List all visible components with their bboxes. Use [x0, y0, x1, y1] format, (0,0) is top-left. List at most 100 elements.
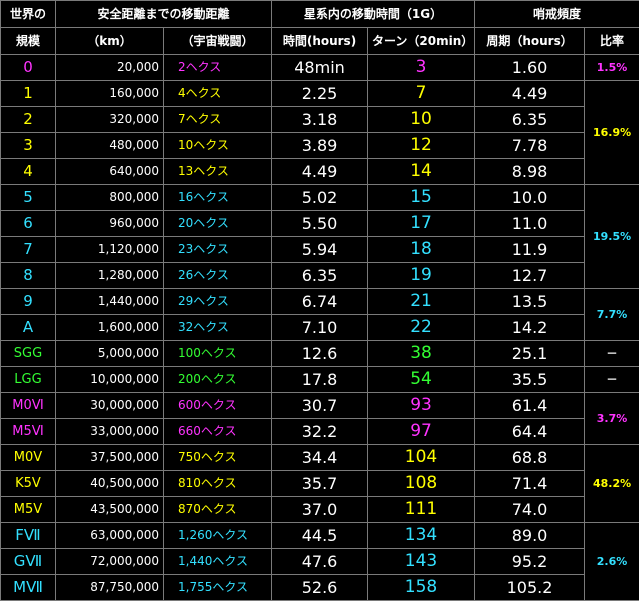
hex-distance-cell: 660ヘクス: [162, 418, 273, 445]
table-row: 4 640,000 13ヘクス 4.49 14 8.98: [0, 158, 639, 185]
header-world: 世界の: [0, 0, 56, 28]
distance-km-cell: 160,000: [55, 80, 164, 107]
hex-distance-cell: 7ヘクス: [162, 106, 273, 133]
size-cell: M5Ⅴ: [0, 496, 56, 523]
size-cell: 6: [0, 210, 56, 237]
turns-cell: 143: [367, 548, 476, 575]
turns-cell: 15: [367, 184, 476, 211]
hex-distance-cell: 1,440ヘクス: [162, 548, 273, 575]
table-row: M5Ⅵ 33,000,000 660ヘクス 32.2 97 64.4: [0, 418, 639, 445]
turns-cell: 10: [367, 106, 476, 133]
turns-cell: 7: [367, 80, 476, 107]
turns-cell: 21: [367, 288, 476, 315]
size-cell: SGG: [0, 340, 56, 367]
travel-time-cell: 5.94: [271, 236, 369, 263]
travel-time-cell: 3.18: [271, 106, 369, 133]
distance-km-cell: 1,440,000: [55, 288, 164, 315]
distance-km-cell: 960,000: [55, 210, 164, 237]
patrol-period-cell: 105.2: [474, 574, 586, 601]
distance-km-cell: 63,000,000: [55, 522, 164, 549]
ratio-cell: 7.7%: [584, 288, 639, 341]
travel-time-cell: 52.6: [271, 574, 369, 601]
turns-cell: 14: [367, 158, 476, 185]
hex-distance-cell: 750ヘクス: [162, 444, 273, 471]
patrol-period-cell: 11.9: [474, 236, 586, 263]
distance-km-cell: 40,500,000: [55, 470, 164, 497]
table-row: 0 20,000 2ヘクス 48min 3 1.60 1.5%: [0, 54, 639, 81]
ratio-cell: 48.2%: [584, 444, 639, 523]
hex-distance-cell: 2ヘクス: [162, 54, 273, 81]
travel-time-cell: 3.89: [271, 132, 369, 159]
patrol-table: 世界の 安全距離までの移動距離 星系内の移動時間（1G） 哨戒頻度 規模 （km…: [0, 0, 639, 601]
travel-time-cell: 30.7: [271, 392, 369, 419]
patrol-period-cell: 89.0: [474, 522, 586, 549]
header-km: （km）: [55, 27, 164, 55]
table-row: M0Ⅴ 37,500,000 750ヘクス 34.4 104 68.8 48.2%: [0, 444, 639, 523]
patrol-period-cell: 71.4: [474, 470, 586, 497]
hex-distance-cell: 4ヘクス: [162, 80, 273, 107]
hex-distance-cell: 1,260ヘクス: [162, 522, 273, 549]
travel-time-cell: 32.2: [271, 418, 369, 445]
hex-distance-cell: 870ヘクス: [162, 496, 273, 523]
size-cell: A: [0, 314, 56, 341]
hex-distance-cell: 16ヘクス: [162, 184, 273, 211]
turns-cell: 104: [367, 444, 476, 471]
hex-distance-cell: 600ヘクス: [162, 392, 273, 419]
table-row: M5Ⅴ 43,500,000 870ヘクス 37.0 111 74.0: [0, 496, 639, 523]
table-row: GⅦ 72,000,000 1,440ヘクス 47.6 143 95.2: [0, 548, 639, 575]
turns-cell: 134: [367, 522, 476, 549]
travel-time-cell: 5.02: [271, 184, 369, 211]
header-hours: 時間(hours): [271, 27, 369, 55]
table-row: MⅦ 87,750,000 1,755ヘクス 52.6 158 105.2: [0, 574, 639, 601]
table-row: 9 1,440,000 29ヘクス 6.74 21 13.5 7.7%: [0, 288, 639, 341]
size-cell: LGG: [0, 366, 56, 393]
hex-distance-cell: 810ヘクス: [162, 470, 273, 497]
header-row-1: 世界の 安全距離までの移動距離 星系内の移動時間（1G） 哨戒頻度: [0, 0, 639, 28]
travel-time-cell: 37.0: [271, 496, 369, 523]
patrol-period-cell: 14.2: [474, 314, 586, 341]
hex-distance-cell: 100ヘクス: [162, 340, 273, 367]
table-row: K5Ⅴ 40,500,000 810ヘクス 35.7 108 71.4: [0, 470, 639, 497]
table-row: 7 1,120,000 23ヘクス 5.94 18 11.9: [0, 236, 639, 263]
turns-cell: 3: [367, 54, 476, 81]
header-turns: ターン（20min）: [367, 27, 476, 55]
size-cell: K5Ⅴ: [0, 470, 56, 497]
turns-cell: 93: [367, 392, 476, 419]
distance-km-cell: 320,000: [55, 106, 164, 133]
table-row: FⅦ 63,000,000 1,260ヘクス 44.5 134 89.0 2.6%: [0, 522, 639, 601]
distance-km-cell: 5,000,000: [55, 340, 164, 367]
ratio-cell: 16.9%: [584, 80, 639, 185]
hex-distance-cell: 13ヘクス: [162, 158, 273, 185]
header-row-2: 規模 （km） （宇宙戦闘） 時間(hours) ターン（20min） 周期（h…: [0, 27, 639, 55]
patrol-period-cell: 8.98: [474, 158, 586, 185]
distance-km-cell: 800,000: [55, 184, 164, 211]
patrol-period-cell: 12.7: [474, 262, 586, 289]
table-row: 8 1,280,000 26ヘクス 6.35 19 12.7: [0, 262, 639, 289]
distance-km-cell: 30,000,000: [55, 392, 164, 419]
travel-time-cell: 47.6: [271, 548, 369, 575]
travel-time-cell: 48min: [271, 54, 369, 81]
size-cell: 3: [0, 132, 56, 159]
turns-cell: 108: [367, 470, 476, 497]
size-cell: 4: [0, 158, 56, 185]
turns-cell: 19: [367, 262, 476, 289]
size-cell: 5: [0, 184, 56, 211]
header-safe-distance: 安全距離までの移動距離: [54, 0, 273, 28]
distance-km-cell: 37,500,000: [55, 444, 164, 471]
table-row: 1 160,000 4ヘクス 2.25 7 4.49 16.9%: [0, 80, 639, 185]
turns-cell: 97: [367, 418, 476, 445]
hex-distance-cell: 20ヘクス: [162, 210, 273, 237]
size-cell: M0Ⅵ: [0, 392, 56, 419]
size-cell: 1: [0, 80, 56, 107]
patrol-period-cell: 95.2: [474, 548, 586, 575]
size-cell: M5Ⅵ: [0, 418, 56, 445]
hex-distance-cell: 23ヘクス: [162, 236, 273, 263]
turns-cell: 38: [367, 340, 476, 367]
hex-distance-cell: 26ヘクス: [162, 262, 273, 289]
patrol-period-cell: 68.8: [474, 444, 586, 471]
patrol-period-cell: 61.4: [474, 392, 586, 419]
header-period: 周期（hours）: [474, 27, 586, 55]
ratio-cell: 1.5%: [584, 54, 639, 81]
travel-time-cell: 12.6: [271, 340, 369, 367]
header-patrol-frequency: 哨戒頻度: [474, 0, 639, 28]
